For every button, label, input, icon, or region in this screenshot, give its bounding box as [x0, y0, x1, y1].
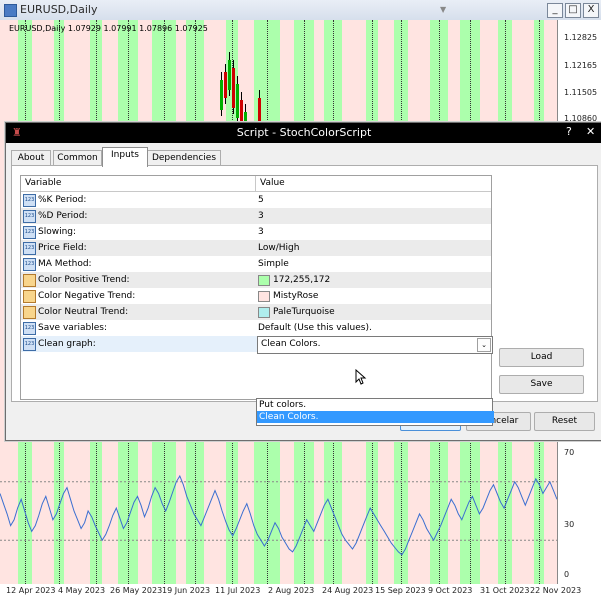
param-value[interactable]: Low/High [258, 243, 299, 253]
close-window-button[interactable]: X [583, 3, 599, 18]
param-name: Color Negative Trend: [38, 291, 136, 301]
param-name: %D Period: [38, 211, 88, 221]
param-name: Price Field: [38, 243, 87, 253]
param-name: Color Neutral Trend: [38, 307, 129, 317]
indicator-level-label: 30 [564, 520, 575, 529]
time-label: 15 Sep 2023 [375, 586, 426, 595]
input-row[interactable]: 123 Slowing: 3 [21, 224, 491, 240]
input-row[interactable]: Color Neutral Trend: PaleTurquoise [21, 304, 491, 320]
param-value[interactable]: MistyRose [273, 291, 318, 301]
input-row-selected[interactable]: 123 Clean graph: Clean Colors. ⌄ [21, 336, 493, 354]
dropdown-option[interactable]: Put colors. [257, 399, 494, 411]
price-label: 1.12165 [564, 61, 598, 70]
numeric-param-icon: 123 [23, 226, 36, 239]
param-value[interactable]: PaleTurquoise [273, 307, 335, 317]
color-swatch [258, 291, 270, 302]
stochastic-line [0, 474, 557, 556]
color-param-icon [23, 290, 36, 303]
chart-title-bar: EURUSD,Daily ▼ _ □ X [0, 0, 601, 21]
price-label: 1.12825 [564, 33, 598, 42]
column-divider [255, 176, 256, 191]
minimize-button[interactable]: _ [547, 3, 563, 18]
tab-common[interactable]: Common [53, 150, 102, 166]
numeric-param-icon: 123 [23, 258, 36, 271]
time-label: 24 Aug 2023 [322, 586, 374, 595]
inputs-panel: Variable Value 123 %K Period: 5 123 %D P… [11, 165, 598, 426]
inputs-grid: Variable Value 123 %K Period: 5 123 %D P… [20, 175, 493, 400]
time-label: 31 Oct 2023 [480, 586, 530, 595]
param-value[interactable]: 5 [258, 195, 264, 205]
input-row[interactable]: 123 MA Method: Simple [21, 256, 491, 272]
param-name: Slowing: [38, 227, 77, 237]
dropdown-list: Put colors. Clean Colors. [256, 398, 494, 426]
input-row[interactable]: Color Negative Trend: MistyRose [21, 288, 491, 304]
price-label: 1.11505 [564, 88, 598, 97]
indicator-level-label: 0 [564, 570, 570, 579]
dropdown-option-highlighted[interactable]: Clean Colors. [257, 411, 494, 423]
time-axis: 12 Apr 2023 4 May 2023 26 May 2023 19 Ju… [0, 584, 601, 600]
param-value[interactable]: Simple [258, 259, 289, 269]
help-button[interactable]: ? [566, 125, 572, 138]
input-row[interactable]: 123 Save variables: Default (Use this va… [21, 320, 491, 336]
param-value[interactable]: 3 [258, 227, 264, 237]
time-label: 9 Oct 2023 [428, 586, 473, 595]
color-param-icon [23, 306, 36, 319]
dialog-title: Script - StochColorScript [236, 126, 372, 139]
load-button[interactable]: Load [499, 348, 584, 367]
mouse-cursor-icon [355, 369, 367, 385]
param-value[interactable]: 172,255,172 [273, 275, 330, 285]
color-param-icon [23, 274, 36, 287]
dialog-title-bar: ♜ Script - StochColorScript ? ✕ [6, 123, 601, 143]
col-value-header: Value [260, 178, 285, 188]
time-label: 22 Nov 2023 [530, 586, 582, 595]
color-swatch [258, 275, 270, 286]
numeric-param-icon: 123 [23, 338, 36, 351]
chart-window-icon [4, 4, 17, 17]
color-swatch [258, 307, 270, 318]
input-row[interactable]: 123 %D Period: 3 [21, 208, 491, 224]
clean-graph-select[interactable]: Clean Colors. ⌄ [257, 336, 493, 354]
chart-pin-marker: ▼ [440, 5, 447, 14]
param-value[interactable]: 3 [258, 211, 264, 221]
numeric-param-icon: 123 [23, 194, 36, 207]
tab-about[interactable]: About [11, 150, 51, 166]
script-dialog: ♜ Script - StochColorScript ? ✕ About Co… [5, 122, 601, 441]
tab-inputs[interactable]: Inputs [102, 147, 148, 167]
input-row[interactable]: Color Positive Trend: 172,255,172 [21, 272, 491, 288]
indicator-level-label: 70 [564, 448, 575, 457]
param-name: MA Method: [38, 259, 92, 269]
time-label: 4 May 2023 [58, 586, 106, 595]
numeric-param-icon: 123 [23, 322, 36, 335]
param-name: Save variables: [38, 323, 107, 333]
param-name: Color Positive Trend: [38, 275, 130, 285]
numeric-param-icon: 123 [23, 242, 36, 255]
chart-info: EURUSD,Daily 1.07929 1.07991 1.07896 1.0… [9, 24, 208, 33]
time-label: 12 Apr 2023 [6, 586, 56, 595]
tab-dependencies[interactable]: Dependencies [147, 150, 221, 166]
param-name: %K Period: [38, 195, 87, 205]
time-label: 11 Jul 2023 [215, 586, 261, 595]
chart-window-title: EURUSD,Daily [20, 3, 98, 16]
save-button[interactable]: Save [499, 375, 584, 394]
grid-header: Variable Value [21, 176, 491, 192]
input-row[interactable]: 123 Price Field: Low/High [21, 240, 491, 256]
time-label: 2 Aug 2023 [268, 586, 315, 595]
restore-button[interactable]: □ [565, 3, 581, 18]
col-variable-header: Variable [25, 178, 62, 188]
param-value[interactable]: Default (Use this values). [258, 323, 372, 333]
chevron-down-icon[interactable]: ⌄ [477, 338, 491, 352]
numeric-param-icon: 123 [23, 210, 36, 223]
select-value: Clean Colors. [261, 339, 321, 349]
input-row[interactable]: 123 %K Period: 5 [21, 192, 491, 208]
time-label: 19 Jun 2023 [162, 586, 211, 595]
time-label: 26 May 2023 [110, 586, 163, 595]
close-dialog-button[interactable]: ✕ [586, 125, 595, 138]
param-name: Clean graph: [38, 339, 96, 349]
reset-button[interactable]: Reset [534, 412, 595, 431]
